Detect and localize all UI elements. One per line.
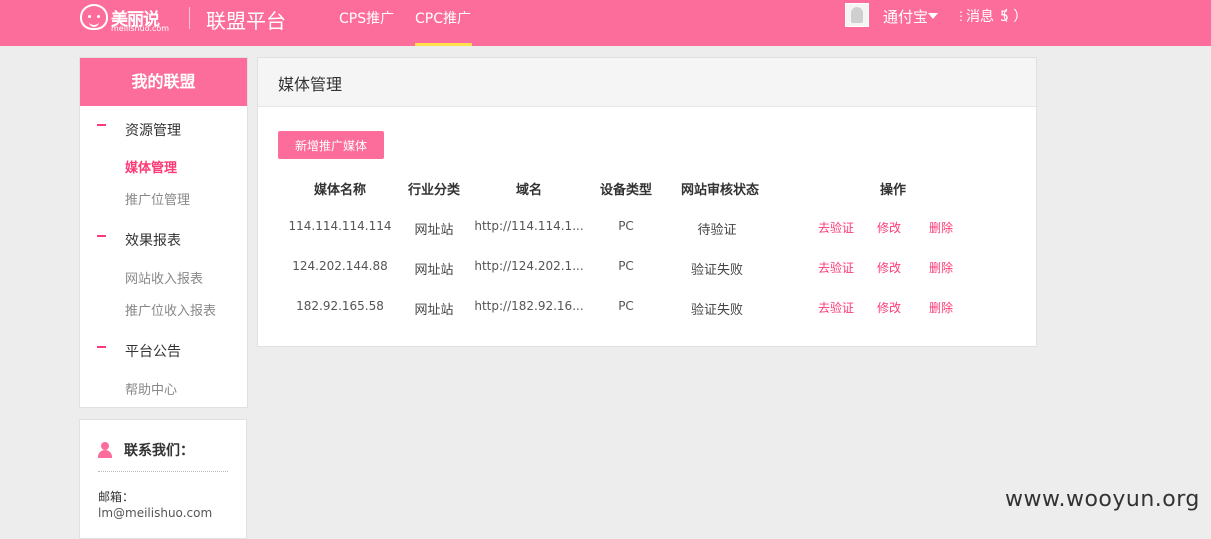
column-header-category: 行业分类 [407, 183, 461, 198]
delete-link[interactable]: 删除 [929, 259, 953, 276]
cell-device: PC [618, 219, 634, 233]
sidebar-section-reports[interactable]: 效果报表 [125, 230, 181, 250]
cell-review-status: 验证失败 [690, 303, 744, 318]
nav-active-indicator [415, 43, 472, 46]
sidebar-title: 我的联盟 [80, 58, 247, 106]
watermark: www.wooyun.org [1005, 487, 1200, 512]
cell-media-name: 124.202.144.88 [292, 259, 388, 273]
contact-title: 联系我们： [124, 443, 194, 459]
column-header-actions: 操作 [879, 183, 907, 198]
sidebar-section-announcements[interactable]: 平台公告 [125, 341, 181, 361]
column-header-name: 媒体名称 [313, 183, 367, 198]
messages-count[interactable]: 5 ） [1000, 6, 1027, 26]
cell-device: PC [618, 299, 634, 313]
cell-device: PC [618, 259, 634, 273]
cell-review-status: 验证失败 [690, 263, 744, 278]
sidebar-item-adslot-income-report[interactable]: 推广位收入报表 [125, 300, 216, 319]
nav-cpc[interactable]: CPC推广 [415, 8, 471, 28]
sidebar-section-resources[interactable]: 资源管理 [125, 120, 181, 140]
main-panel: 媒体管理 新增推广媒体 媒体名称 行业分类 域名 设备类型 网站审核状态 操作 … [257, 57, 1037, 347]
caret-down-icon[interactable] [928, 13, 938, 19]
contact-email: lm@meilishuo.com [98, 506, 213, 520]
verify-link[interactable]: 去验证 [818, 259, 854, 276]
user-name[interactable]: 通付宝 [883, 6, 928, 27]
avatar[interactable] [845, 3, 869, 27]
divider [98, 471, 228, 472]
sidebar-item-media-management[interactable]: 媒体管理 [125, 157, 177, 176]
section-dash-icon [97, 346, 106, 348]
sidebar-item-help-center[interactable]: 帮助中心 [125, 379, 177, 398]
add-media-button[interactable]: 新增推广媒体 [278, 131, 384, 159]
contact-box: 联系我们： 邮箱： lm@meilishuo.com [79, 419, 247, 539]
sidebar: 我的联盟 资源管理 媒体管理 推广位管理 效果报表 网站收入报表 推广位收入报表… [79, 57, 248, 408]
verify-link[interactable]: 去验证 [818, 299, 854, 316]
meilishuo-logo[interactable]: 美丽说 meilishuo.com [80, 2, 170, 34]
person-icon [98, 442, 112, 458]
edit-link[interactable]: 修改 [877, 299, 901, 316]
platform-title: 联盟平台 [206, 9, 286, 33]
header-divider [189, 7, 190, 29]
nav-cps[interactable]: CPS推广 [339, 8, 394, 28]
cell-media-name: 182.92.165.58 [296, 299, 384, 313]
page-title: 媒体管理 [278, 75, 343, 94]
cell-category: 网址站 [414, 223, 454, 238]
sidebar-item-site-income-report[interactable]: 网站收入报表 [125, 268, 203, 287]
verify-link[interactable]: 去验证 [818, 219, 854, 236]
column-header-domain: 域名 [515, 183, 543, 198]
logo-domain: meilishuo.com [111, 24, 170, 33]
cell-domain: http://114.114.1... [474, 219, 584, 233]
section-dash-icon [97, 235, 106, 237]
column-header-device: 设备类型 [599, 183, 653, 198]
cell-domain: http://124.202.1... [474, 259, 584, 273]
cell-category: 网址站 [414, 263, 454, 278]
delete-link[interactable]: 删除 [929, 299, 953, 316]
cell-review-status: 待验证 [697, 223, 737, 238]
delete-link[interactable]: 删除 [929, 219, 953, 236]
top-bar: 美丽说 meilishuo.com 联盟平台 CPS推广 CPC推广 通付宝 ⋮… [0, 0, 1211, 46]
email-label: 邮箱： [98, 490, 135, 504]
cell-media-name: 114.114.114.114 [288, 219, 392, 233]
edit-link[interactable]: 修改 [877, 259, 901, 276]
column-header-review-status: 网站审核状态 [680, 183, 760, 198]
cell-category: 网址站 [414, 303, 454, 318]
logo-face-icon [80, 4, 108, 30]
panel-header: 媒体管理 [258, 58, 1036, 107]
section-dash-icon [97, 124, 106, 126]
edit-link[interactable]: 修改 [877, 219, 901, 236]
cell-domain: http://182.92.16... [474, 299, 584, 313]
sidebar-item-adslot-management[interactable]: 推广位管理 [125, 189, 190, 208]
